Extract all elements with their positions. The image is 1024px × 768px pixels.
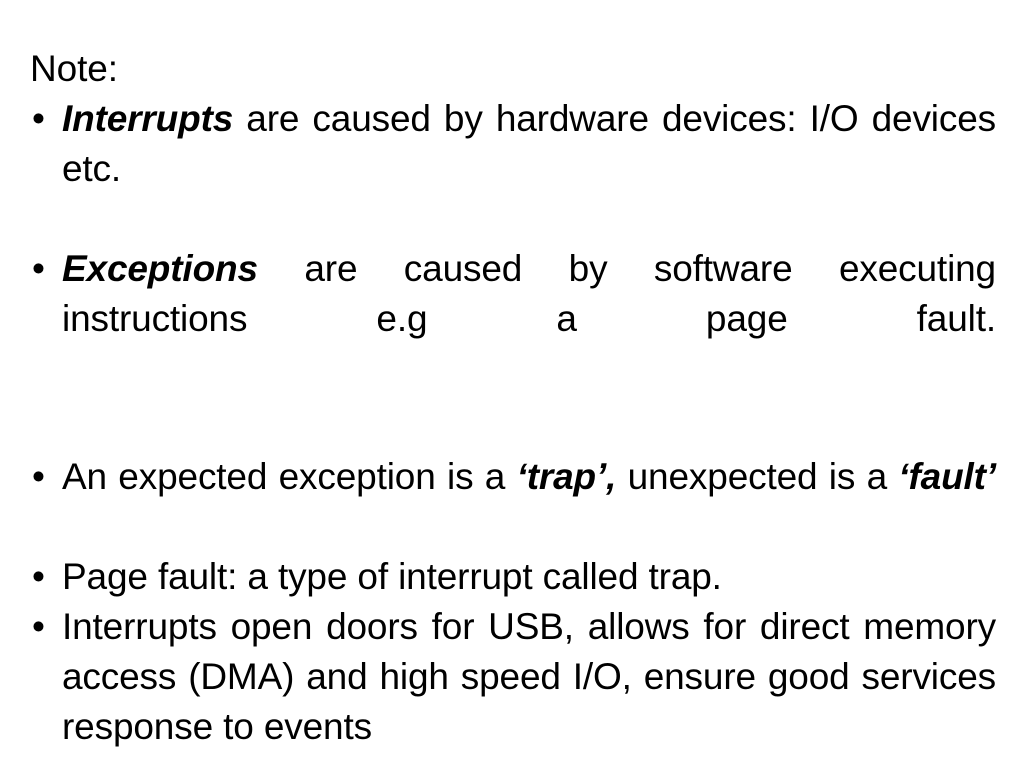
bullet-marker-icon: • — [32, 456, 45, 497]
bullet-text-page-fault: Page fault: a type of interrupt called t… — [62, 556, 722, 597]
slide-canvas: Note: • Interrupts are caused by hardwar… — [0, 0, 1024, 768]
slide-content: Note: • Interrupts are caused by hardwar… — [30, 44, 996, 752]
bullet-item-trap-fault: • An expected exception is a ‘trap’, une… — [30, 452, 996, 552]
bullet-marker-icon: • — [32, 556, 45, 597]
emphasis-exceptions: Exceptions — [62, 248, 258, 289]
bullet-text-exceptions: Exceptions are caused by software execut… — [62, 244, 996, 394]
bullet-text-interrupts-usb: Interrupts open doors for USB, allows fo… — [62, 606, 996, 747]
emphasis-trap: ‘trap’, — [516, 456, 617, 497]
bullet-item-interrupts-usb: • Interrupts open doors for USB, allows … — [30, 602, 996, 752]
emphasis-fault: ‘fault’ — [898, 456, 996, 497]
bullet-item-page-fault: • Page fault: a type of interrupt called… — [30, 552, 996, 602]
note-heading: Note: — [30, 48, 118, 89]
bullet-marker-icon: • — [32, 606, 45, 647]
bullet-text-interrupts: Interrupts are caused by hardware device… — [62, 94, 996, 244]
bullet-item-interrupts: • Interrupts are caused by hardware devi… — [30, 94, 996, 244]
bullet-marker-icon: • — [32, 248, 45, 289]
trap-fault-prefix: An expected exception is a — [62, 456, 517, 497]
bullet-item-exceptions: • Exceptions are caused by software exec… — [30, 244, 996, 394]
empty-paragraph-spacer — [30, 394, 996, 452]
bullet-list: • Interrupts are caused by hardware devi… — [30, 94, 996, 752]
bullet-text-trap-fault: An expected exception is a ‘trap’, unexp… — [62, 452, 996, 552]
trap-fault-middle: unexpected is a — [616, 456, 899, 497]
bullet-marker-icon: • — [32, 98, 45, 139]
emphasis-interrupts: Interrupts — [62, 98, 234, 139]
